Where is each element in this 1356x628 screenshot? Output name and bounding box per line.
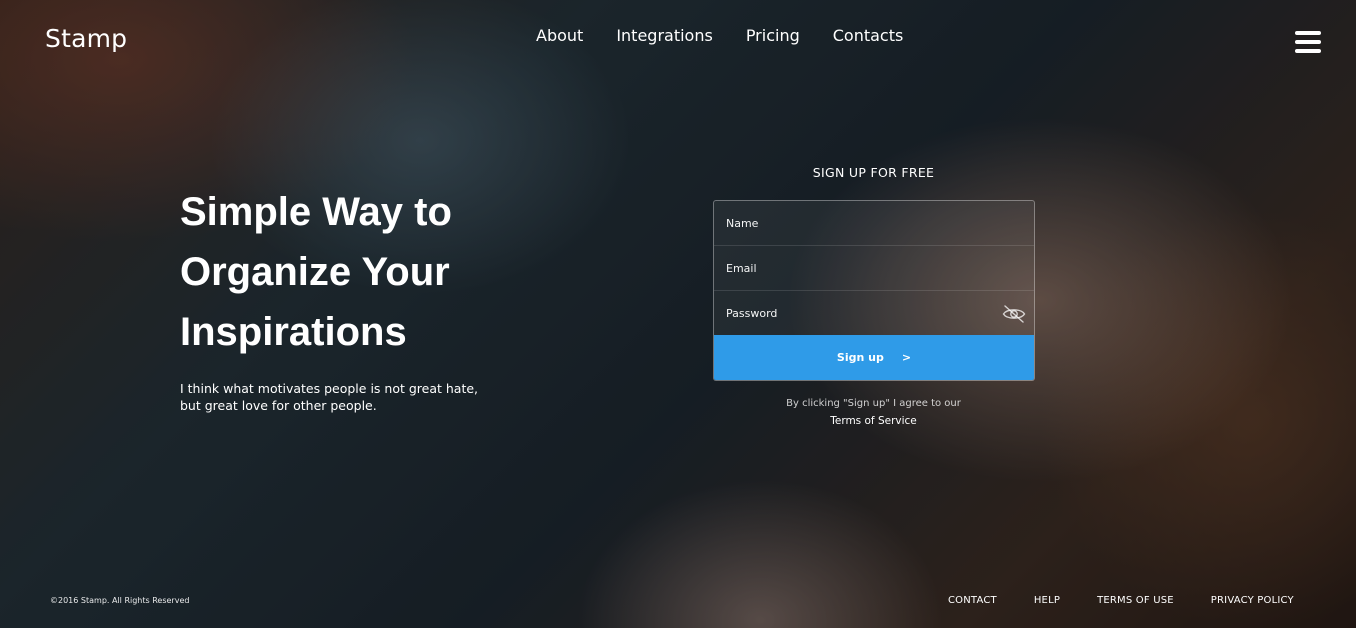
footer-link-contact[interactable]: CONTACT bbox=[948, 595, 997, 606]
email-field-wrapper bbox=[714, 246, 1034, 291]
menu-bar bbox=[1295, 40, 1321, 44]
password-input[interactable] bbox=[714, 291, 1034, 335]
hero-title: Simple Way to Organize Your Inspirations bbox=[180, 190, 452, 354]
password-field-wrapper bbox=[714, 291, 1034, 335]
footer-link-privacy-policy[interactable]: PRIVACY POLICY bbox=[1211, 595, 1294, 606]
nav-pricing[interactable]: Pricing bbox=[746, 26, 800, 45]
menu-bar bbox=[1295, 31, 1321, 35]
footer-link-terms-of-use[interactable]: TERMS OF USE bbox=[1097, 595, 1174, 606]
signup-button[interactable]: Sign up > bbox=[714, 335, 1034, 380]
agree-text: By clicking "Sign up" I agree to our bbox=[786, 398, 961, 409]
nav-about[interactable]: About bbox=[536, 26, 583, 45]
name-input[interactable] bbox=[714, 201, 1034, 245]
nav-integrations[interactable]: Integrations bbox=[616, 26, 713, 45]
nav-contacts[interactable]: Contacts bbox=[833, 26, 904, 45]
menu-bar bbox=[1295, 49, 1321, 53]
signup-form: Sign up > bbox=[713, 200, 1035, 381]
hero-subtitle: I think what motivates people is not gre… bbox=[180, 381, 479, 413]
signup-heading: SIGN UP FOR FREE bbox=[812, 165, 935, 180]
terms-of-service-link[interactable]: Terms of Service bbox=[713, 415, 1034, 427]
hamburger-menu-icon[interactable] bbox=[1295, 31, 1321, 53]
main-nav: About Integrations Pricing Contacts bbox=[536, 26, 903, 45]
brand-logo[interactable]: Stamp bbox=[45, 24, 127, 53]
name-field-wrapper bbox=[714, 201, 1034, 246]
signup-button-label: Sign up bbox=[836, 351, 884, 364]
copyright-text: ©2016 Stamp. All Rights Reserved bbox=[50, 596, 190, 605]
footer-link-help[interactable]: HELP bbox=[1034, 595, 1060, 606]
footer-nav: CONTACT HELP TERMS OF USE PRIVACY POLICY bbox=[948, 595, 1294, 606]
email-input[interactable] bbox=[714, 246, 1034, 290]
arrow-right-icon: > bbox=[901, 351, 912, 364]
eye-off-icon[interactable] bbox=[1002, 304, 1026, 324]
